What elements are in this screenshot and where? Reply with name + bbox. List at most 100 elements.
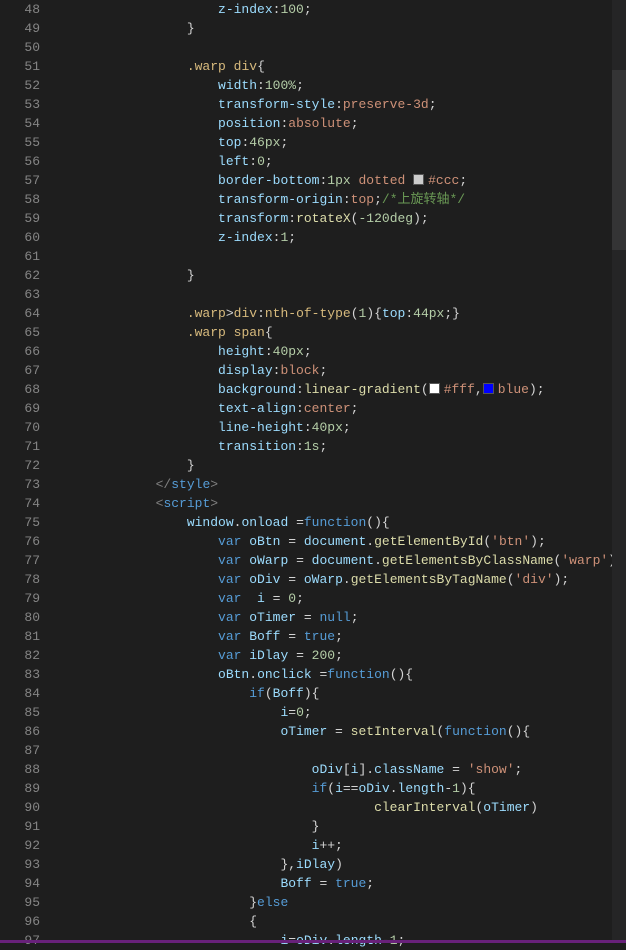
code-area[interactable]: z-index:100; } .warp div{ width:100%; tr… [58, 0, 626, 943]
line-number: 53 [0, 95, 40, 114]
code-line[interactable]: </style> [62, 475, 626, 494]
code-line[interactable]: oDiv[i].className = 'show'; [62, 760, 626, 779]
line-number: 69 [0, 399, 40, 418]
code-line[interactable]: transform-origin:top;/*上旋转轴*/ [62, 190, 626, 209]
code-line[interactable]: var oDiv = oWarp.getElementsByTagName('d… [62, 570, 626, 589]
line-number: 92 [0, 836, 40, 855]
code-line[interactable]: left:0; [62, 152, 626, 171]
code-line[interactable]: i=0; [62, 703, 626, 722]
code-line[interactable]: position:absolute; [62, 114, 626, 133]
code-line[interactable]: line-height:40px; [62, 418, 626, 437]
code-line[interactable]: display:block; [62, 361, 626, 380]
code-line[interactable]: transform:rotateX(-120deg); [62, 209, 626, 228]
code-line[interactable]: window.onload =function(){ [62, 513, 626, 532]
code-line[interactable]: transition:1s; [62, 437, 626, 456]
code-line[interactable]: },iDlay) [62, 855, 626, 874]
line-number: 86 [0, 722, 40, 741]
code-line[interactable] [62, 38, 626, 57]
code-line[interactable]: text-align:center; [62, 399, 626, 418]
line-number: 56 [0, 152, 40, 171]
line-number: 54 [0, 114, 40, 133]
line-number: 50 [0, 38, 40, 57]
code-line[interactable]: background:linear-gradient(#fff,blue); [62, 380, 626, 399]
code-line[interactable]: top:46px; [62, 133, 626, 152]
line-number: 59 [0, 209, 40, 228]
color-swatch [429, 383, 440, 394]
code-line[interactable]: } [62, 266, 626, 285]
line-number: 94 [0, 874, 40, 893]
line-number: 60 [0, 228, 40, 247]
line-number: 64 [0, 304, 40, 323]
code-editor[interactable]: 4849505152535455565758596061626364656667… [0, 0, 626, 943]
line-number: 79 [0, 589, 40, 608]
code-line[interactable]: var oWarp = document.getElementsByClassN… [62, 551, 626, 570]
code-line[interactable]: i++; [62, 836, 626, 855]
code-line[interactable]: z-index:100; [62, 0, 626, 19]
line-number: 48 [0, 0, 40, 19]
code-line[interactable] [62, 741, 626, 760]
code-line[interactable]: var oTimer = null; [62, 608, 626, 627]
line-number: 78 [0, 570, 40, 589]
code-line[interactable]: .warp span{ [62, 323, 626, 342]
line-number: 65 [0, 323, 40, 342]
line-number: 68 [0, 380, 40, 399]
line-number: 89 [0, 779, 40, 798]
color-swatch [413, 174, 424, 185]
line-number: 49 [0, 19, 40, 38]
code-line[interactable] [62, 285, 626, 304]
code-line[interactable]: z-index:1; [62, 228, 626, 247]
line-number: 67 [0, 361, 40, 380]
line-number: 84 [0, 684, 40, 703]
color-swatch [483, 383, 494, 394]
line-number: 85 [0, 703, 40, 722]
line-number: 61 [0, 247, 40, 266]
line-number: 52 [0, 76, 40, 95]
minimap[interactable] [612, 0, 626, 943]
line-number: 62 [0, 266, 40, 285]
line-number: 58 [0, 190, 40, 209]
code-line[interactable]: var i = 0; [62, 589, 626, 608]
line-number: 51 [0, 57, 40, 76]
code-line[interactable]: } [62, 19, 626, 38]
code-line[interactable]: } [62, 456, 626, 475]
line-number: 55 [0, 133, 40, 152]
code-line[interactable]: .warp>div:nth-of-type(1){top:44px;} [62, 304, 626, 323]
line-number: 74 [0, 494, 40, 513]
line-number: 83 [0, 665, 40, 684]
line-number: 88 [0, 760, 40, 779]
line-number: 80 [0, 608, 40, 627]
code-line[interactable]: } [62, 817, 626, 836]
code-line[interactable]: var Boff = true; [62, 627, 626, 646]
line-number-gutter: 4849505152535455565758596061626364656667… [0, 0, 58, 943]
line-number: 96 [0, 912, 40, 931]
code-line[interactable]: oBtn.onclick =function(){ [62, 665, 626, 684]
line-number: 93 [0, 855, 40, 874]
code-line[interactable]: transform-style:preserve-3d; [62, 95, 626, 114]
code-line[interactable]: { [62, 912, 626, 931]
code-line[interactable]: var iDlay = 200; [62, 646, 626, 665]
line-number: 81 [0, 627, 40, 646]
line-number: 66 [0, 342, 40, 361]
line-number: 75 [0, 513, 40, 532]
line-number: 73 [0, 475, 40, 494]
code-line[interactable]: Boff = true; [62, 874, 626, 893]
code-line[interactable]: var oBtn = document.getElementById('btn'… [62, 532, 626, 551]
code-line[interactable]: oTimer = setInterval(function(){ [62, 722, 626, 741]
code-line[interactable]: width:100%; [62, 76, 626, 95]
code-line[interactable]: .warp div{ [62, 57, 626, 76]
line-number: 90 [0, 798, 40, 817]
line-number: 72 [0, 456, 40, 475]
code-line[interactable]: <script> [62, 494, 626, 513]
code-line[interactable]: if(i==oDiv.length-1){ [62, 779, 626, 798]
code-line[interactable]: border-bottom:1px dotted #ccc; [62, 171, 626, 190]
line-number: 70 [0, 418, 40, 437]
code-line[interactable]: }else [62, 893, 626, 912]
minimap-thumb[interactable] [612, 70, 626, 250]
code-line[interactable] [62, 247, 626, 266]
line-number: 77 [0, 551, 40, 570]
code-line[interactable]: clearInterval(oTimer) [62, 798, 626, 817]
code-line[interactable]: if(Boff){ [62, 684, 626, 703]
line-number: 82 [0, 646, 40, 665]
line-number: 71 [0, 437, 40, 456]
code-line[interactable]: height:40px; [62, 342, 626, 361]
